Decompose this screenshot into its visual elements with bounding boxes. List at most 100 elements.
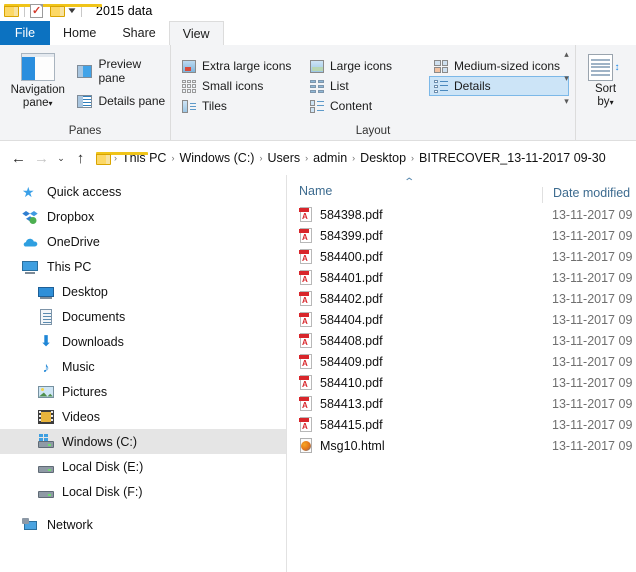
breadcrumb-item-users[interactable]: Users: [263, 151, 304, 165]
file-name: 584404.pdf: [320, 312, 383, 327]
layout-content[interactable]: Content: [305, 96, 429, 116]
sidebar-item-label: Network: [47, 517, 93, 532]
pdf-file-icon: A: [299, 291, 313, 306]
sidebar-item-videos[interactable]: Videos: [0, 404, 286, 429]
layout-medium-icons[interactable]: Medium-sized icons: [429, 56, 569, 76]
breadcrumb-item-windows-c[interactable]: Windows (C:): [175, 151, 258, 165]
table-row[interactable]: A 584398.pdf 13-11-2017 09: [287, 204, 636, 225]
sidebar-item-label: Dropbox: [47, 209, 95, 224]
download-arrow-icon: ⬇: [39, 332, 53, 350]
layout-option-label: Small icons: [202, 79, 264, 93]
pdf-file-icon: A: [299, 228, 313, 243]
sidebar-item-label: Local Disk (F:): [62, 484, 143, 499]
tab-file[interactable]: File: [0, 21, 50, 45]
layout-extra-large-icons[interactable]: Extra large icons: [177, 56, 305, 76]
html-file-icon: [299, 438, 313, 453]
scroll-more-icon[interactable]: ▾: [564, 97, 569, 106]
address-bar: ← → ⌄ ↑ › This PC › Windows (C:) › Users…: [0, 141, 636, 175]
sidebar-item-windows-c[interactable]: Windows (C:): [0, 429, 286, 454]
sidebar-item-music[interactable]: ♪ Music: [0, 354, 286, 379]
table-row[interactable]: A 584399.pdf 13-11-2017 09: [287, 225, 636, 246]
layout-list[interactable]: List: [305, 76, 429, 96]
file-date: 13-11-2017 09: [552, 270, 633, 285]
table-row[interactable]: A 584413.pdf 13-11-2017 09: [287, 393, 636, 414]
sidebar-item-pictures[interactable]: Pictures: [0, 379, 286, 404]
sidebar-item-desktop[interactable]: Desktop: [0, 279, 286, 304]
list-icon: [310, 79, 324, 93]
table-row[interactable]: A 584402.pdf 13-11-2017 09: [287, 288, 636, 309]
sidebar-item-network[interactable]: Network: [0, 512, 286, 537]
tab-home[interactable]: Home: [50, 21, 109, 45]
pdf-file-icon: A: [299, 354, 313, 369]
breadcrumb-item-current-folder[interactable]: BITRECOVER_13-11-2017 09-30: [415, 151, 610, 165]
sidebar-item-dropbox[interactable]: Dropbox: [0, 204, 286, 229]
breadcrumb-item-admin[interactable]: admin: [309, 151, 351, 165]
navigation-pane: ★ Quick access Dropbox OneDrive This PC: [0, 175, 287, 572]
column-header-name[interactable]: Name ⌃: [287, 175, 542, 203]
pdf-file-icon: A: [299, 333, 313, 348]
table-row[interactable]: A 584401.pdf 13-11-2017 09: [287, 267, 636, 288]
layout-group-label: Layout: [355, 125, 391, 137]
ribbon-group-sort: ↕ Sort by▾: [575, 45, 635, 140]
tab-view[interactable]: View: [168, 21, 224, 45]
properties-icon[interactable]: ✓: [30, 3, 43, 18]
preview-pane-icon: [77, 64, 93, 78]
file-date: 13-11-2017 09: [552, 417, 633, 432]
recent-locations-button[interactable]: ⌄: [53, 147, 69, 169]
extra-large-icons-icon: [182, 59, 196, 73]
up-button[interactable]: ↑: [69, 147, 92, 169]
table-row[interactable]: A 584404.pdf 13-11-2017 09: [287, 309, 636, 330]
sidebar-item-label: Videos: [62, 409, 100, 424]
sidebar-item-label: This PC: [47, 259, 92, 274]
windows-drive-icon: [38, 433, 54, 450]
sidebar-item-quick-access[interactable]: ★ Quick access: [0, 179, 286, 204]
breadcrumb-item-desktop[interactable]: Desktop: [356, 151, 410, 165]
scroll-down-icon[interactable]: ▾: [564, 73, 569, 83]
layout-large-icons[interactable]: Large icons: [305, 56, 429, 76]
table-row[interactable]: Msg10.html 13-11-2017 09: [287, 435, 636, 456]
table-row[interactable]: A 584400.pdf 13-11-2017 09: [287, 246, 636, 267]
table-row[interactable]: A 584410.pdf 13-11-2017 09: [287, 372, 636, 393]
sidebar-item-local-disk-e[interactable]: Local Disk (E:): [0, 454, 286, 479]
chevron-down-icon[interactable]: ▾: [610, 98, 614, 107]
layout-details[interactable]: Details: [429, 76, 569, 96]
file-list: Name ⌃ Date modified A 584398.pdf 13-11-2…: [287, 175, 636, 572]
forward-button[interactable]: →: [30, 147, 53, 169]
preview-pane-button[interactable]: Preview pane: [75, 57, 170, 85]
new-folder-icon[interactable]: [50, 4, 102, 17]
layout-tiles[interactable]: Tiles: [177, 96, 305, 116]
navigation-pane-button[interactable]: Navigation pane▾: [0, 51, 75, 110]
ribbon-group-panes: Navigation pane▾ Preview pane Details pa…: [0, 45, 170, 140]
chevron-down-icon[interactable]: ▾: [49, 99, 53, 108]
chevron-down-icon[interactable]: ▼: [66, 6, 78, 15]
sidebar-item-documents[interactable]: Documents: [0, 304, 286, 329]
video-icon: [38, 409, 54, 425]
column-header-date-modified[interactable]: Date modified: [542, 186, 630, 203]
file-date: 13-11-2017 09: [552, 354, 633, 369]
quick-access-toolbar: ✓ ▼: [4, 3, 102, 18]
sidebar-item-local-disk-f[interactable]: Local Disk (F:): [0, 479, 286, 504]
table-row[interactable]: A 584408.pdf 13-11-2017 09: [287, 330, 636, 351]
details-view-icon: [434, 79, 448, 93]
file-explorer-window: ✓ ▼ 2015 data File Home Share View Navig…: [0, 0, 636, 572]
table-row[interactable]: A 584409.pdf 13-11-2017 09: [287, 351, 636, 372]
sidebar-item-label: Quick access: [47, 184, 122, 199]
file-date: 13-11-2017 09: [552, 228, 633, 243]
explorer-icon[interactable]: [4, 4, 56, 17]
sidebar-item-this-pc[interactable]: This PC: [0, 254, 286, 279]
sort-by-button[interactable]: ↕ Sort by▾: [576, 51, 635, 109]
tab-share[interactable]: Share: [109, 21, 168, 45]
breadcrumb[interactable]: › This PC › Windows (C:) › Users › admin…: [96, 147, 636, 169]
sidebar-item-label: Music: [62, 359, 95, 374]
sidebar-item-onedrive[interactable]: OneDrive: [0, 229, 286, 254]
details-pane-button[interactable]: Details pane: [75, 94, 170, 108]
layout-option-label: Medium-sized icons: [454, 59, 561, 73]
layout-option-label: Content: [330, 99, 373, 113]
scroll-up-icon[interactable]: ▴: [564, 50, 569, 59]
table-row[interactable]: A 584415.pdf 13-11-2017 09: [287, 414, 636, 435]
breadcrumb-folder-icon: [96, 151, 148, 165]
sidebar-item-downloads[interactable]: ⬇ Downloads: [0, 329, 286, 354]
back-button[interactable]: ←: [7, 147, 30, 169]
layout-small-icons[interactable]: Small icons: [177, 76, 305, 96]
file-name: 584400.pdf: [320, 249, 383, 264]
